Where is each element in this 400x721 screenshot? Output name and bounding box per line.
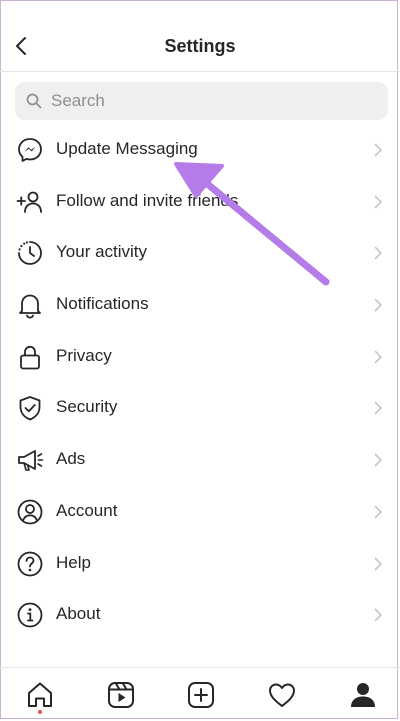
menu-item-security[interactable]: Security: [0, 382, 400, 434]
menu-item-notifications[interactable]: Notifications: [0, 279, 400, 331]
menu-item-label: Ads: [56, 449, 86, 469]
lock-icon: [20, 345, 40, 370]
settings-menu: Update Messaging Follow and invite frien…: [0, 124, 400, 641]
chevron-right-icon: [374, 608, 383, 622]
chevron-right-icon: [374, 246, 383, 260]
chevron-right-icon: [374, 401, 383, 416]
menu-item-update-messaging[interactable]: Update Messaging: [0, 124, 400, 176]
notification-dot: [38, 710, 42, 714]
page-title: Settings: [164, 36, 236, 56]
menu-item-about[interactable]: About: [0, 589, 400, 641]
menu-item-account[interactable]: Account: [0, 486, 400, 538]
bottom-tab-bar: [0, 668, 400, 721]
help-icon: [17, 551, 43, 576]
chevron-right-icon: [374, 505, 383, 519]
activity-clock-icon: [18, 241, 42, 266]
profile-icon[interactable]: [348, 680, 378, 710]
chevron-right-icon: [374, 298, 383, 312]
activity-heart-icon[interactable]: [267, 680, 297, 710]
chevron-right-icon: [374, 453, 383, 467]
menu-item-label: Follow and invite friends: [56, 190, 239, 210]
menu-item-label: Notifications: [56, 294, 149, 314]
menu-item-your-activity[interactable]: Your activity: [0, 227, 400, 279]
search-icon: [26, 93, 42, 109]
chevron-right-icon: [374, 143, 383, 157]
menu-item-label: Update Messaging: [56, 139, 198, 158]
chevron-right-icon: [374, 195, 383, 209]
home-icon[interactable]: [25, 680, 55, 710]
chevron-right-icon: [374, 556, 383, 571]
menu-item-label: About: [56, 604, 101, 624]
header: Settings: [0, 0, 400, 72]
menu-item-follow-invite[interactable]: Follow and invite friends: [0, 176, 400, 228]
menu-item-ads[interactable]: Ads: [0, 434, 400, 486]
account-icon: [17, 499, 43, 525]
bell-icon: [19, 294, 41, 319]
add-person-icon: [16, 191, 42, 213]
search-placeholder: Search: [51, 91, 105, 110]
menu-item-label: Privacy: [56, 345, 112, 365]
menu-item-help[interactable]: Help: [0, 538, 400, 590]
shield-check-icon: [19, 396, 41, 421]
chevron-right-icon: [374, 350, 383, 364]
menu-item-label: Security: [56, 397, 118, 417]
megaphone-icon: [18, 450, 44, 471]
reels-icon[interactable]: [106, 680, 136, 710]
messenger-icon: [18, 138, 42, 162]
menu-item-label: Help: [56, 552, 91, 572]
menu-item-label: Your activity: [56, 242, 148, 262]
info-icon: [17, 602, 43, 628]
new-post-icon[interactable]: [186, 680, 216, 710]
menu-item-privacy[interactable]: Privacy: [0, 331, 400, 383]
search-input[interactable]: Search: [15, 82, 388, 120]
menu-item-label: Account: [56, 500, 118, 520]
